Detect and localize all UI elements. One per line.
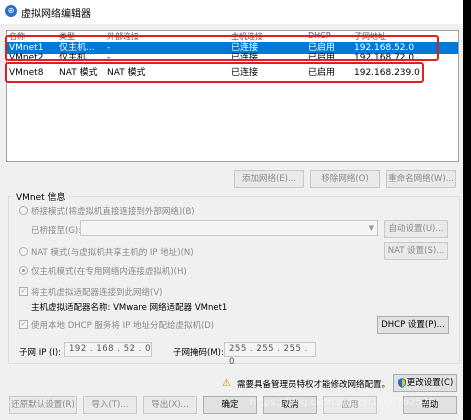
- vmware-network-icon: ⊕: [5, 5, 17, 17]
- dhcp-label: 使用本地 DHCP 服务将 IP 地址分配给虚拟机(D): [31, 321, 215, 331]
- hostonly-label: 仅主机模式(在专用网络内连接虚拟机)(H): [31, 267, 187, 277]
- watermark-text: https://blog.csdn.net/zyl1666762526: [250, 397, 435, 408]
- bridged-to-select[interactable]: ▼: [80, 220, 378, 236]
- shield-icon: [398, 378, 406, 388]
- import-button[interactable]: 导入(T)...: [83, 396, 137, 414]
- window-title: 虚拟网络编辑器: [21, 9, 91, 20]
- warning-icon: ⚠: [222, 378, 231, 389]
- rename-network-button[interactable]: 重命名网络(W)...: [386, 170, 456, 188]
- subnet-mask-input[interactable]: 255 . 255 . 255 . 0: [224, 342, 316, 367]
- restore-defaults-button[interactable]: 还原默认设置(R): [9, 396, 77, 414]
- connect-adapter-checkbox[interactable]: ✓: [19, 287, 28, 296]
- remove-network-button[interactable]: 移除网络(O): [310, 170, 380, 188]
- auto-settings-button[interactable]: 自动设置(U)...: [384, 220, 448, 238]
- nat-radio[interactable]: [19, 247, 28, 256]
- dhcp-settings-button[interactable]: DHCP 设置(P)...: [377, 316, 449, 334]
- dhcp-checkbox[interactable]: ✓: [19, 320, 28, 329]
- title-bar: ⊕ 虚拟网络编辑器: [0, 0, 463, 24]
- subnet-mask-label: 子网掩码(M):: [173, 348, 224, 358]
- add-network-button[interactable]: 添加网络(E)...: [234, 170, 304, 188]
- virtual-network-editor-window: ⊕ 虚拟网络编辑器 名称 类型 外部连接 主机连接 DHCP 子网地址 VMne…: [0, 0, 463, 420]
- nat-settings-button[interactable]: NAT 设置(S)...: [384, 242, 448, 260]
- connect-adapter-label: 将主机虚拟适配器连接到此网络(V): [31, 288, 163, 298]
- admin-notice: 需要具备管理员特权才能修改网络配置。: [237, 380, 391, 390]
- chevron-down-icon: ▼: [368, 224, 374, 232]
- hostonly-radio[interactable]: [19, 266, 28, 275]
- bridged-to-label: 已桥接至(G):: [31, 226, 82, 236]
- bridged-radio[interactable]: [19, 206, 28, 215]
- subnet-ip-label: 子网 IP (I):: [19, 348, 62, 358]
- change-settings-button[interactable]: 更改设置(C): [393, 374, 457, 392]
- subnet-ip-input[interactable]: 192 . 168 . 52 . 0: [64, 342, 152, 357]
- bridged-label: 桥接模式(将虚拟机直接连接到外部网络)(B): [31, 207, 195, 217]
- ok-button[interactable]: 确定: [203, 396, 257, 414]
- nat-label: NAT 模式(与虚拟机共享主机的 IP 地址)(N): [31, 248, 194, 258]
- highlight-box-vmnet1: [5, 35, 439, 61]
- vmnet-info-label: VMnet 信息: [14, 190, 68, 203]
- highlight-box-vmnet8: [5, 62, 424, 83]
- adapter-name-label: 主机虚拟适配器名称: VMware 网络适配器 VMnet1: [31, 303, 228, 313]
- export-button[interactable]: 导出(X)...: [143, 396, 197, 414]
